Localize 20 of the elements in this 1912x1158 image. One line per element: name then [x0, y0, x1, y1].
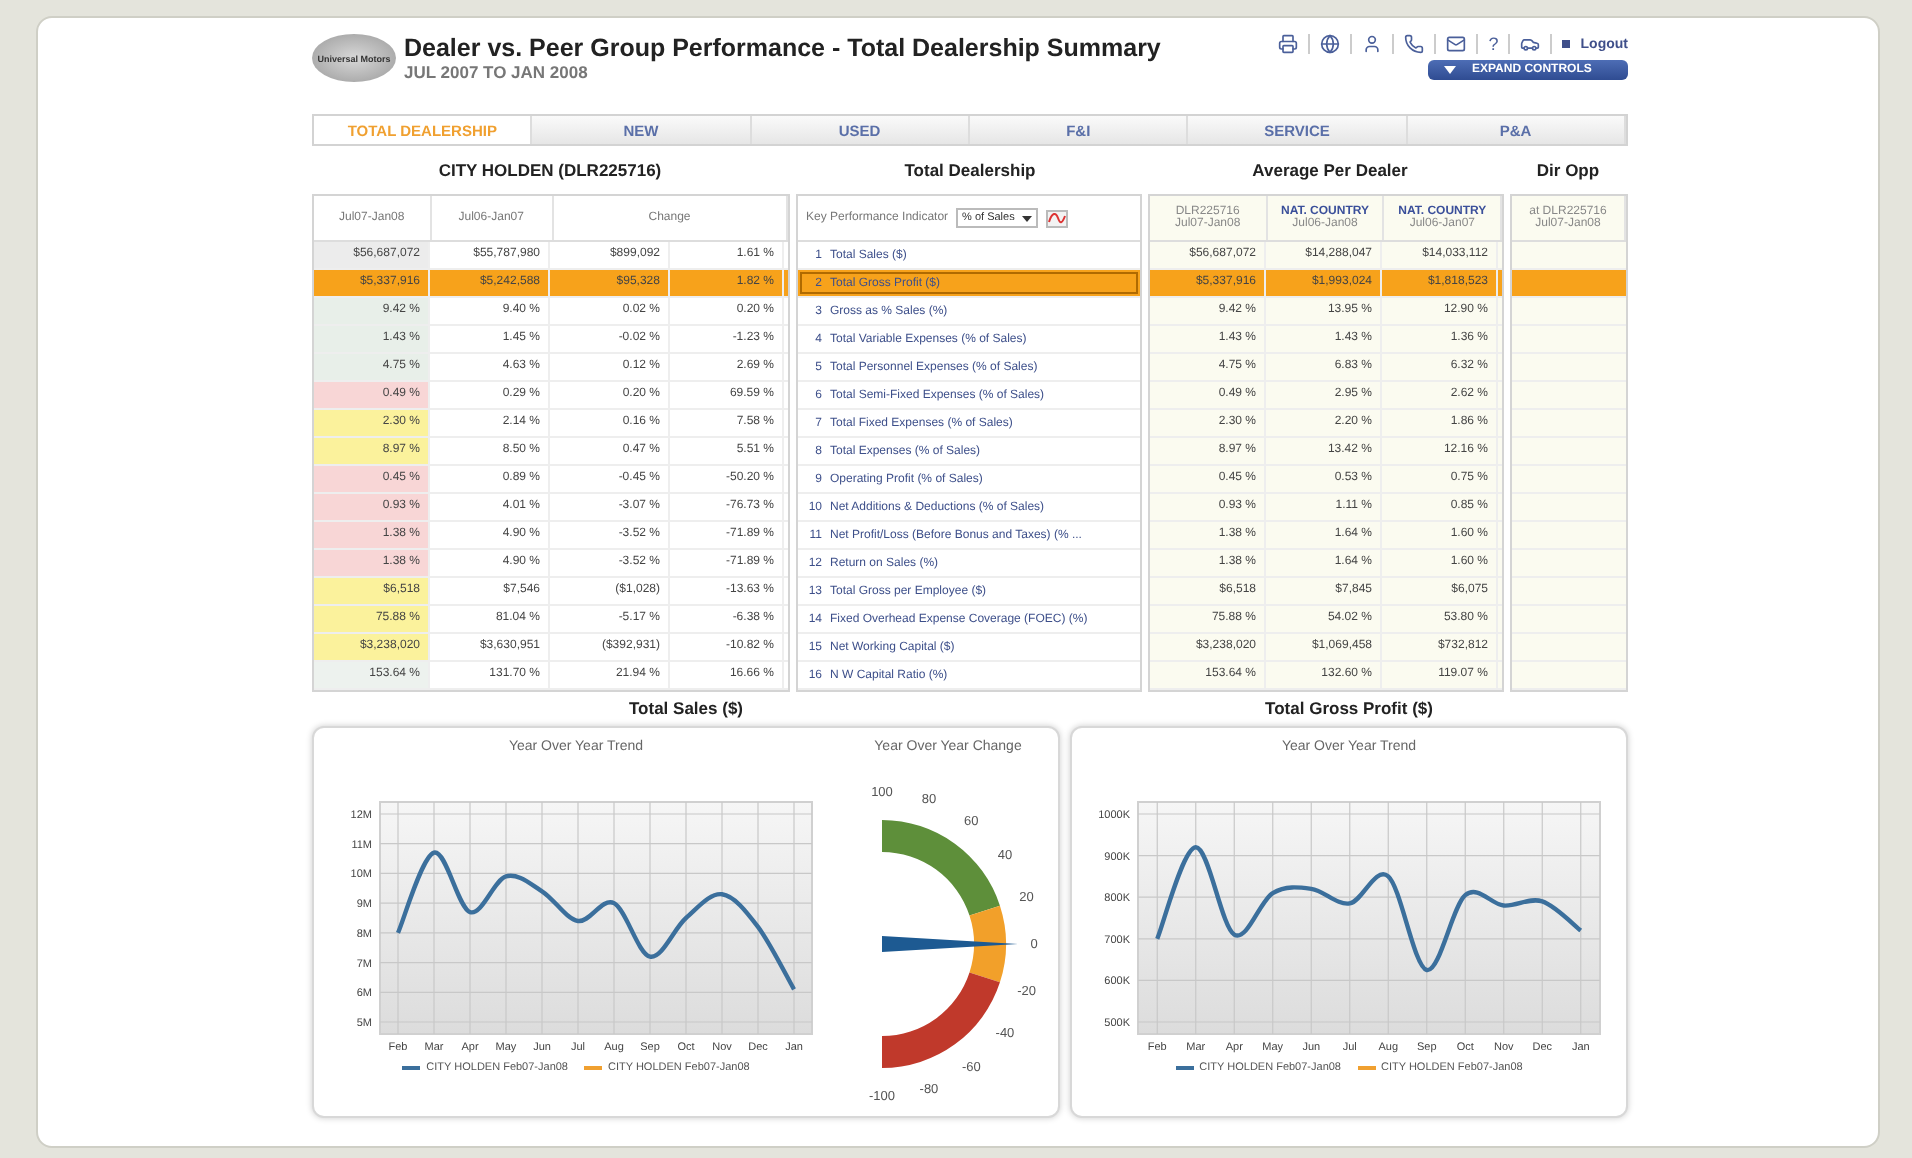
- date-range: JUL 2007 TO JAN 2008: [404, 62, 590, 82]
- panel-title: Total Gross Profit ($): [1265, 698, 1433, 722]
- section-title: Average Per Dealer: [1250, 160, 1410, 180]
- caret-icon: [1444, 66, 1456, 74]
- user-icon[interactable]: [1362, 34, 1383, 54]
- square-icon: [1562, 40, 1571, 48]
- printer-icon[interactable]: [1278, 34, 1299, 54]
- section-title: CITY HOLDEN (DLR225716): [436, 160, 664, 180]
- car-icon[interactable]: [1520, 34, 1541, 54]
- page-title: Dealer vs. Peer Group Performance - Total Dealership Summary: [404, 34, 1161, 62]
- globe-icon[interactable]: [1320, 34, 1341, 54]
- phone-icon[interactable]: [1404, 34, 1425, 54]
- caret-icon: [1022, 215, 1033, 221]
- chart-icon[interactable]: [1046, 209, 1069, 227]
- panel-title: Total Sales ($): [629, 698, 743, 722]
- section-title: Dir Opp: [1534, 160, 1602, 180]
- mail-icon[interactable]: [1446, 34, 1467, 54]
- section-title: Total Dealership: [902, 160, 1038, 180]
- table-row: [1512, 270, 1626, 298]
- help-link[interactable]: ?: [1488, 34, 1499, 54]
